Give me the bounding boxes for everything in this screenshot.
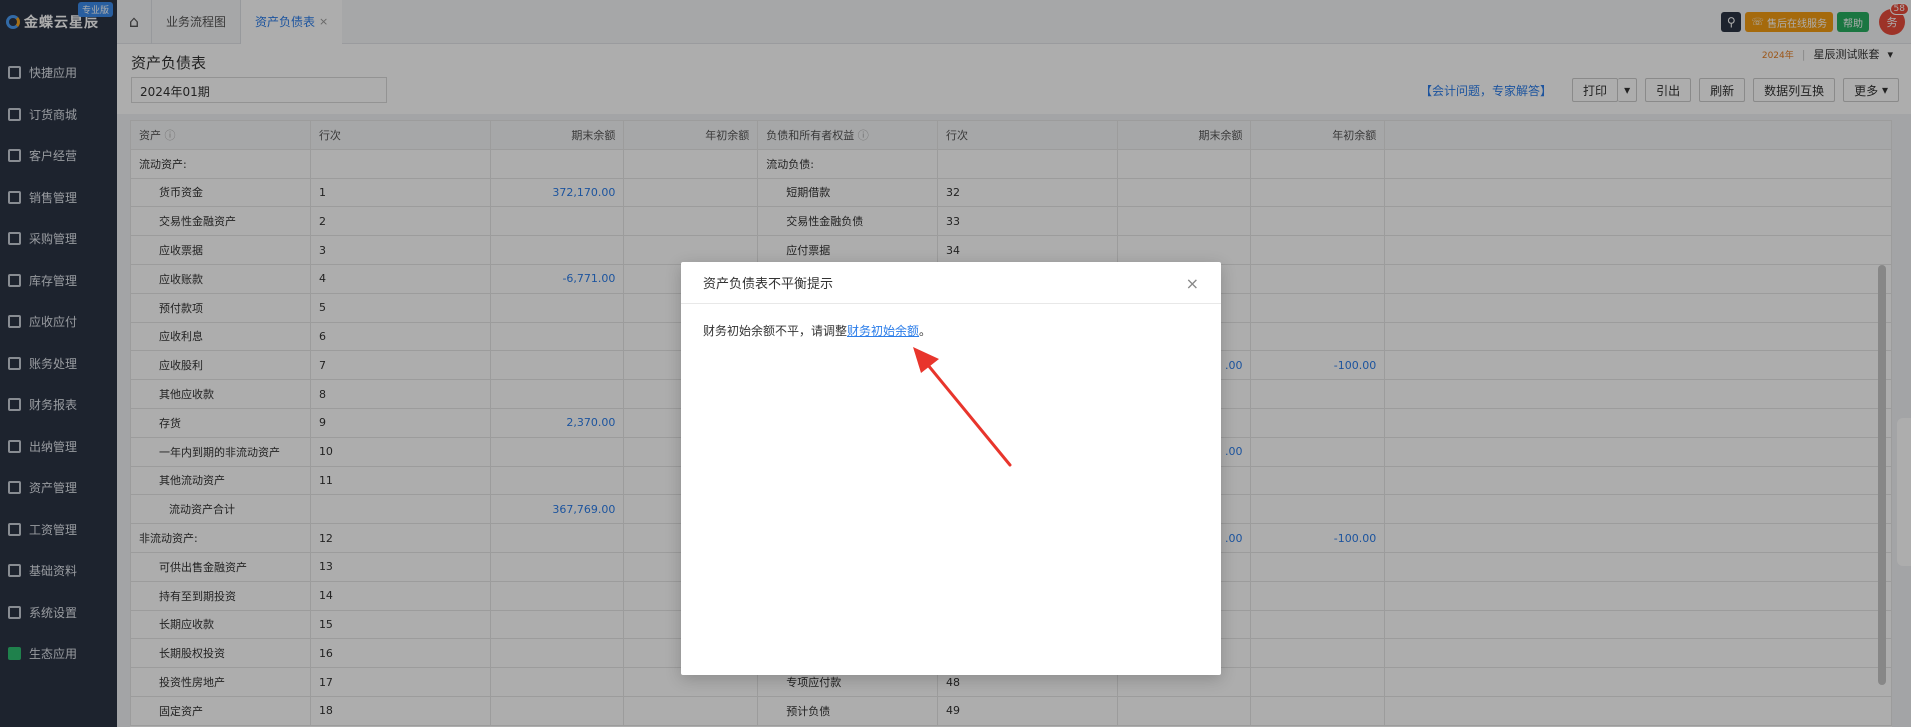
dialog-message: 财务初始余额不平，请调整	[703, 324, 848, 338]
annotation-arrow-icon	[913, 347, 1012, 467]
dialog-title: 资产负债表不平衡提示	[703, 277, 834, 292]
dialog-suffix: 。	[919, 324, 932, 338]
close-icon[interactable]: ×	[1186, 274, 1199, 293]
dialog-header: 资产负债表不平衡提示 ×	[681, 262, 1221, 304]
initial-balance-link[interactable]: 财务初始余额	[847, 324, 919, 338]
